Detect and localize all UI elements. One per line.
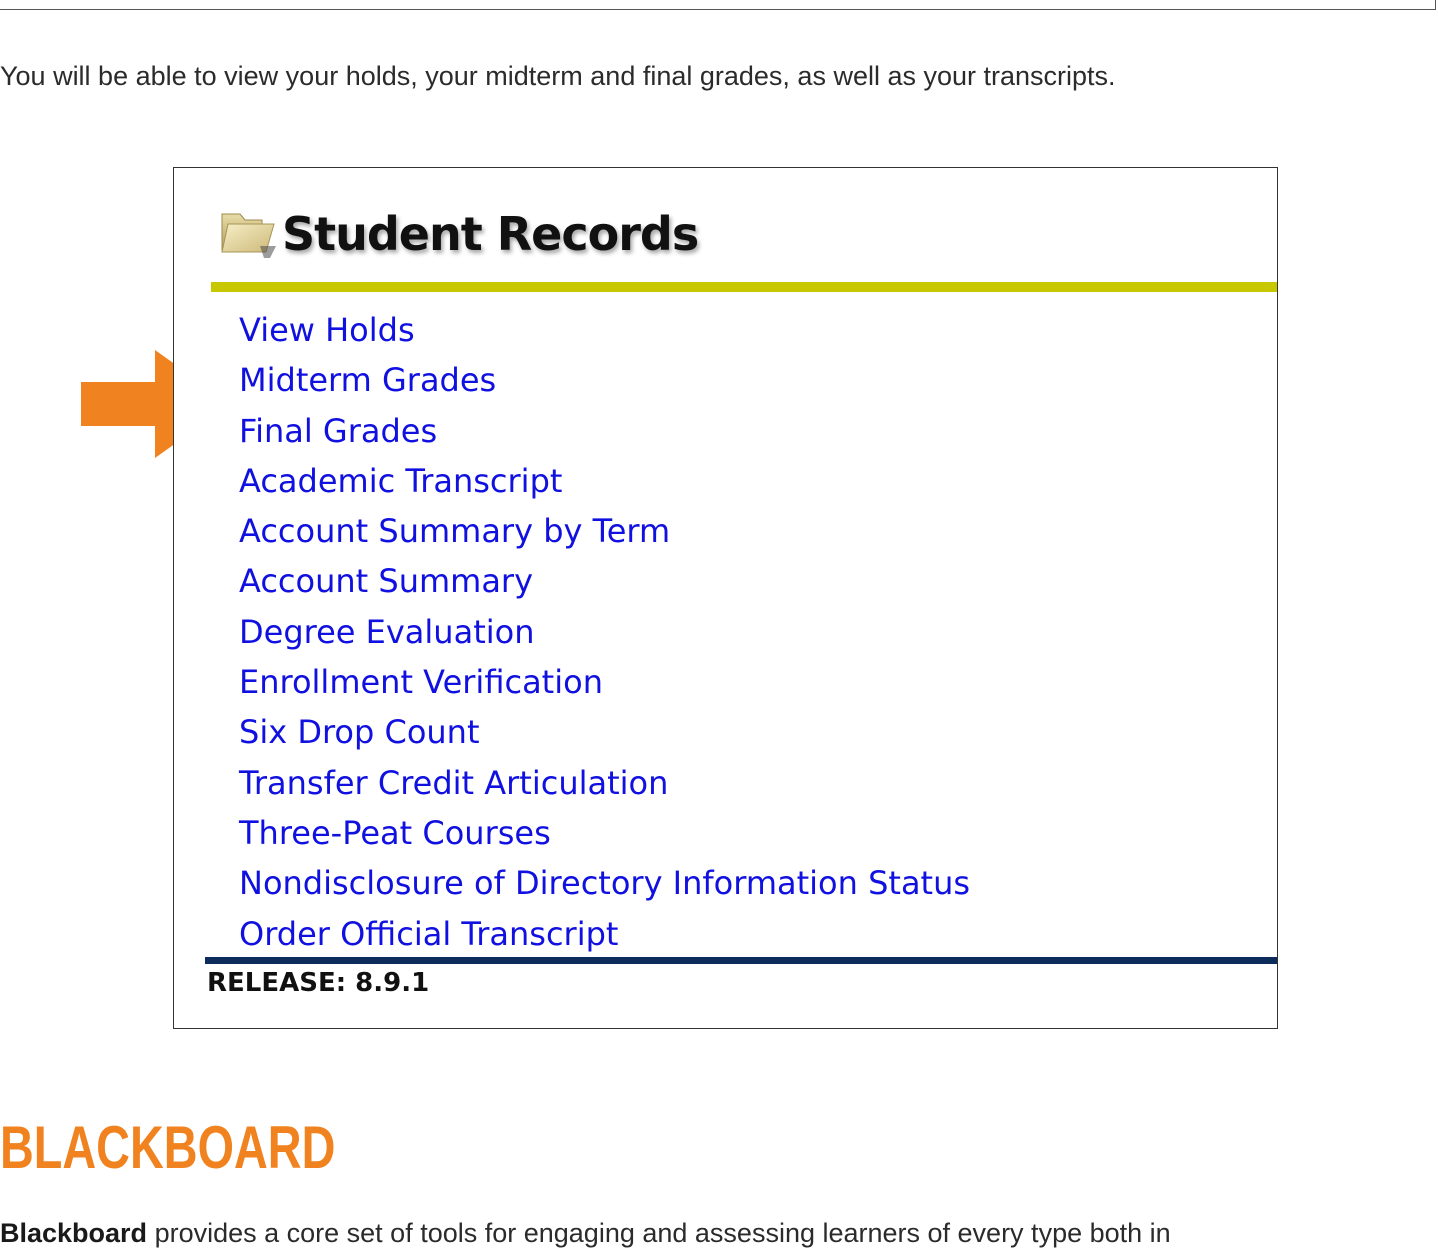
- intro-paragraph: You will be able to view your holds, you…: [0, 61, 1116, 91]
- menu-item: Account Summary by Term: [239, 506, 970, 556]
- three-peat-courses-link[interactable]: Three-Peat Courses: [239, 814, 551, 852]
- menu-item: Degree Evaluation: [239, 607, 970, 657]
- blackboard-paragraph: Blackboard provides a core set of tools …: [0, 1213, 1171, 1248]
- account-summary-by-term-link[interactable]: Account Summary by Term: [239, 512, 670, 550]
- menu-item: Order Official Transcript: [239, 909, 970, 959]
- blackboard-description: provides a core set of tools for engagin…: [147, 1218, 1171, 1248]
- release-version: RELEASE: 8.9.1: [207, 968, 430, 998]
- menu-item: Academic Transcript: [239, 456, 970, 506]
- panel-header: Student Records: [218, 194, 699, 274]
- menu-item: Six Drop Count: [239, 707, 970, 757]
- account-summary-link[interactable]: Account Summary: [239, 562, 533, 600]
- blackboard-bold: Blackboard: [0, 1218, 148, 1248]
- academic-transcript-link[interactable]: Academic Transcript: [239, 462, 562, 500]
- enrollment-verification-link[interactable]: Enrollment Verification: [239, 663, 603, 701]
- menu-item: View Holds: [239, 305, 970, 355]
- header-divider: [211, 282, 1277, 292]
- student-records-menu: View Holds Midterm Grades Final Grades A…: [239, 305, 970, 959]
- menu-item: Transfer Credit Articulation: [239, 758, 970, 808]
- folder-icon: [221, 213, 276, 258]
- degree-evaluation-link[interactable]: Degree Evaluation: [239, 613, 534, 651]
- menu-item: Midterm Grades: [239, 355, 970, 405]
- nondisclosure-status-link[interactable]: Nondisclosure of Directory Information S…: [239, 864, 970, 902]
- top-frame: [0, 0, 1436, 10]
- student-records-panel: Student Records View Holds Midterm Grade…: [173, 167, 1278, 1029]
- midterm-grades-link[interactable]: Midterm Grades: [239, 361, 496, 399]
- transfer-credit-articulation-link[interactable]: Transfer Credit Articulation: [239, 764, 668, 802]
- menu-item: Final Grades: [239, 406, 970, 456]
- six-drop-count-link[interactable]: Six Drop Count: [239, 713, 480, 751]
- section-heading: BLACKBOARD: [0, 1114, 336, 1181]
- panel-title: Student Records: [282, 207, 699, 261]
- menu-item: Nondisclosure of Directory Information S…: [239, 858, 970, 908]
- menu-item: Three-Peat Courses: [239, 808, 970, 858]
- footer-divider: [205, 957, 1277, 964]
- menu-item: Account Summary: [239, 556, 970, 606]
- order-official-transcript-link[interactable]: Order Official Transcript: [239, 915, 618, 953]
- view-holds-link[interactable]: View Holds: [239, 311, 415, 349]
- final-grades-link[interactable]: Final Grades: [239, 412, 437, 450]
- menu-item: Enrollment Verification: [239, 657, 970, 707]
